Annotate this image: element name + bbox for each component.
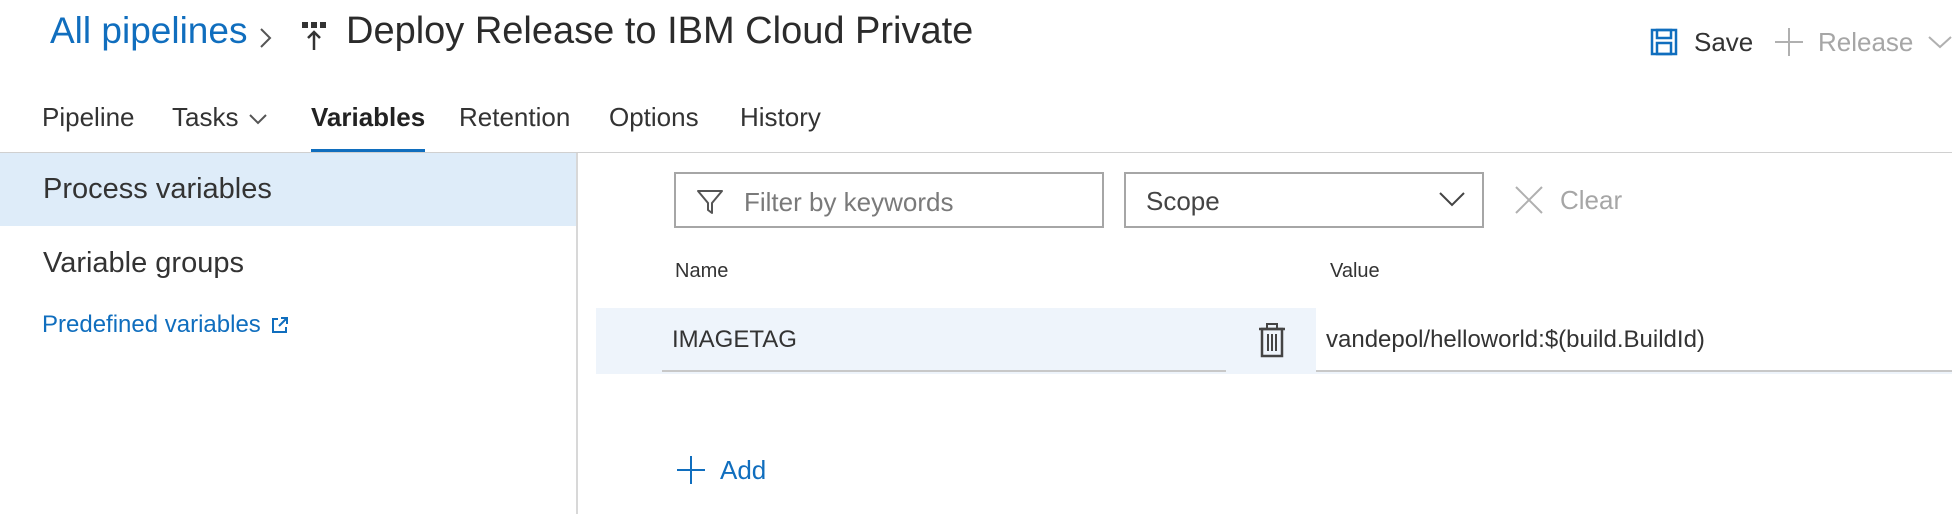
scope-dropdown[interactable]: Scope [1124,172,1484,228]
plus-icon [677,456,705,484]
tab-label: History [740,102,821,132]
save-icon [1650,28,1678,56]
tab-options[interactable]: Options [609,96,699,152]
variable-name-field[interactable]: IMAGETAG [662,308,1226,372]
close-icon [1515,186,1543,214]
filter-input[interactable] [742,182,1096,222]
page-title: Deploy Release to IBM Cloud Private [346,10,974,52]
chevron-down-icon[interactable] [1927,34,1952,50]
chevron-down-icon [249,114,268,125]
clear-label: Clear [1560,184,1623,215]
tab-label: Tasks [172,102,239,132]
plus-icon [1775,28,1803,56]
variable-value-field[interactable]: vandepol/helloworld:$(build.BuildId) [1316,308,1952,372]
save-button[interactable]: Save [1650,24,1753,60]
release-button[interactable]: Release [1774,24,1952,60]
column-header-name: Name [675,260,729,282]
tab-history[interactable]: History [740,96,821,152]
release-pipeline-editor: All pipelines Deploy Release to IBM Clou… [0,0,1952,514]
tab-retention[interactable]: Retention [459,96,570,152]
sidebar-item-process-variables[interactable]: Process variables [0,153,576,226]
sidebar-item-variable-groups[interactable]: Variable groups [0,227,576,300]
save-label: Save [1694,26,1754,57]
column-header-value: Value [1330,260,1380,282]
tab-label: Options [609,102,699,132]
chevron-down-icon [1439,192,1465,207]
clear-button[interactable]: Clear [1514,182,1622,218]
add-label: Add [720,454,767,485]
filter-box[interactable] [674,172,1104,228]
breadcrumb-all-pipelines[interactable]: All pipelines [50,10,247,52]
filter-icon [697,190,723,214]
chevron-right-icon [260,28,272,48]
predefined-variables-label: Predefined variables [42,311,261,338]
variable-row: IMAGETAG vandepol/helloworld:$(build.Bui… [596,308,1952,374]
add-variable-button[interactable]: Add [676,452,766,488]
tab-pipeline[interactable]: Pipeline [42,96,135,152]
trash-icon[interactable] [1256,322,1288,358]
release-label: Release [1818,26,1914,57]
tab-variables[interactable]: Variables [311,96,426,152]
external-link-icon [271,317,288,333]
pane-divider [576,153,578,514]
tab-tasks[interactable]: Tasks [172,96,268,152]
tab-label: Pipeline [42,102,135,132]
release-pipeline-icon [302,22,326,50]
tab-label: Retention [459,102,571,132]
predefined-variables-link[interactable]: Predefined variables [42,311,289,339]
tab-bar: Pipeline Tasks Variables Retention Optio… [0,96,1952,152]
scope-label: Scope [1146,186,1220,216]
tab-label: Variables [311,102,426,132]
variables-sidebar: Process variables Variable groups Predef… [0,153,576,514]
